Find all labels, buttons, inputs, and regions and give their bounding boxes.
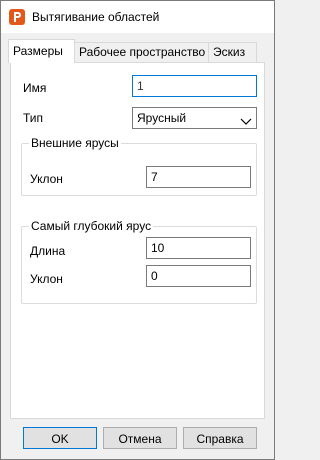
outer-tiers-group: Внешние ярусы Уклон 7 <box>21 136 257 196</box>
outer-tiers-title: Внешние ярусы <box>29 136 121 150</box>
tab-dimensions[interactable]: Размеры <box>8 39 75 63</box>
length-value: 10 <box>151 241 165 255</box>
ok-button[interactable]: OK <box>23 427 97 449</box>
app-logo-icon <box>9 9 25 25</box>
name-value: 1 <box>137 79 144 93</box>
tab-sketch[interactable]: Эскиз <box>208 42 257 62</box>
tab-panel-dimensions: Имя 1 Тип Ярусный Внешние ярусы Уклон 7 … <box>10 62 265 419</box>
chevron-down-icon <box>240 113 252 125</box>
cancel-button[interactable]: Отмена <box>103 427 177 449</box>
deepest-tier-group: Самый глубокий ярус Длина 10 Уклон 0 <box>21 219 257 304</box>
name-field[interactable]: 1 <box>132 75 257 97</box>
type-select-value: Ярусный <box>137 111 187 125</box>
deepest-slope-field[interactable]: 0 <box>146 265 251 287</box>
tab-strip: Размеры Рабочее пространство Эскиз <box>1 39 274 63</box>
tab-workspace[interactable]: Рабочее пространство <box>74 42 209 62</box>
deepest-slope-value: 0 <box>151 269 158 283</box>
length-field[interactable]: 10 <box>146 237 251 259</box>
type-label: Тип <box>23 111 44 125</box>
type-select[interactable]: Ярусный <box>132 107 257 129</box>
length-label: Длина <box>30 244 66 258</box>
outer-slope-label: Уклон <box>30 172 63 186</box>
help-button[interactable]: Справка <box>183 427 257 449</box>
dialog-window: Вытягивание областей Размеры Рабочее про… <box>0 0 275 460</box>
title-bar[interactable]: Вытягивание областей <box>1 1 274 33</box>
deepest-slope-label: Уклон <box>30 272 63 286</box>
outer-slope-field[interactable]: 7 <box>146 166 251 188</box>
window-title: Вытягивание областей <box>32 10 160 24</box>
deepest-tier-title: Самый глубокий ярус <box>29 219 154 233</box>
outer-slope-value: 7 <box>151 170 158 184</box>
name-label: Имя <box>23 81 47 95</box>
